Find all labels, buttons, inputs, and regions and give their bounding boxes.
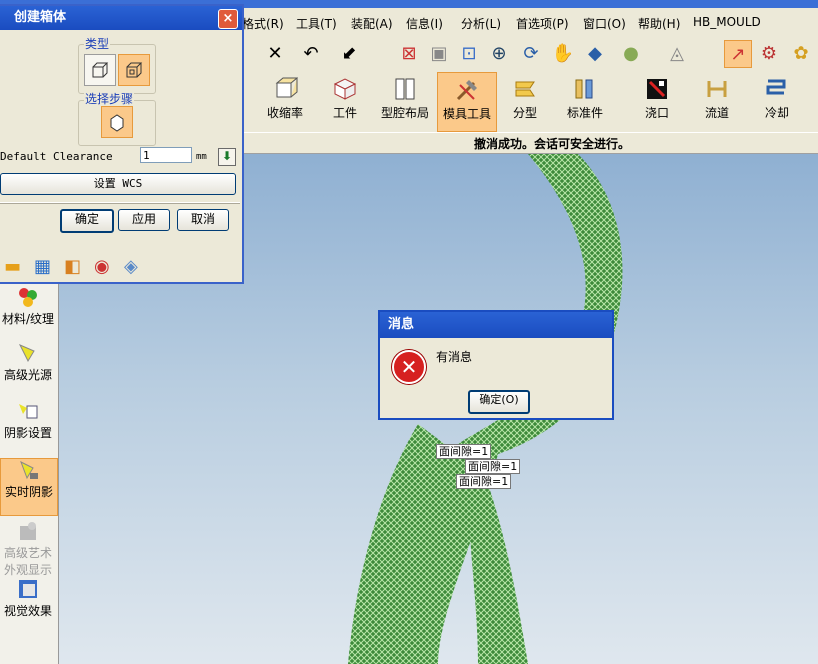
fit-icon[interactable]: ⊠ [396,40,422,66]
advanced-light-button[interactable]: 高级光源 [0,342,56,383]
menu-help[interactable]: 帮助(H) [638,15,680,32]
standard-parts-icon [572,76,598,102]
gap-annotation: 面间隙=1 [456,474,512,489]
zoom-icon[interactable]: ⊕ [486,40,512,66]
rotate-icon[interactable]: ⟳ [518,40,544,66]
cavity-layout-button[interactable]: 型腔布局 [376,72,434,130]
cooling-icon [764,76,790,102]
apply-button[interactable]: 应用 [118,209,170,231]
gate-button[interactable]: 浇口 [628,72,686,130]
status-bar: 撤消成功。会话可安全进行。 [240,132,818,154]
box-icon[interactable]: ◧ [64,256,81,277]
menu-analysis[interactable]: 分析(L) [461,15,501,32]
status-message: 撤消成功。会话可安全进行。 [474,137,631,151]
shadow-settings-icon [17,400,39,422]
gap-annotation: 面间隙=1 [436,444,492,459]
create-box-dialog: 创建箱体 × 类型 选择步骤 Default Clearance mm ⬇ 设置… [0,4,244,284]
cancel-button[interactable]: 取消 [177,209,229,231]
layer-icon[interactable]: ◬ [664,40,690,66]
set-wcs-button[interactable]: 设置 WCS [0,173,236,195]
delete-icon[interactable]: ✕ [262,40,288,66]
layers-icon[interactable]: ◈ [124,256,138,277]
art-appearance-icon [17,520,39,542]
message-text: 有消息 [436,350,473,364]
select-face-icon[interactable] [101,106,133,138]
realtime-shadow-button[interactable]: 实时阴影 [0,458,58,516]
shading-icon[interactable]: ● [618,40,644,66]
view-orient-icon[interactable]: ◆ [582,40,608,66]
material-texture-button[interactable]: 材料/纹理 [0,286,56,327]
zoom-window-icon[interactable]: ⊡ [456,40,482,66]
step-group-label: 选择步骤 [84,90,135,107]
type-group-label: 类型 [84,35,111,52]
standard-parts-button[interactable]: 标准件 [556,72,614,130]
visual-effects-button[interactable]: 视觉效果 [0,578,56,619]
parting-icon [512,76,538,102]
shadow-settings-button[interactable]: 阴影设置 [0,400,56,441]
mold-tools-icon [454,77,480,103]
runner-button[interactable]: 流道 [688,72,746,130]
network-icon[interactable]: ⚙ [756,40,782,66]
resource-panel: 材料/纹理 高级光源 阴影设置 实时阴影 高级艺术外观显示 视觉效果 [0,284,59,664]
menu-tools[interactable]: 工具(T) [296,15,337,32]
shrinkage-icon [272,76,299,102]
visual-effects-icon [17,578,39,600]
runner-icon [704,76,730,102]
light-icon [17,342,39,364]
workpiece-icon [332,76,358,102]
gate-icon [644,76,670,102]
ok-button[interactable]: 确定 [60,209,114,233]
tool-icon-row: ▬ ▦ ◧ ◉ ◈ [4,256,240,282]
cavity-layout-icon [392,76,418,102]
arrow-down-icon[interactable]: ⬇ [218,148,236,166]
workpiece-button[interactable]: 工件 [316,72,374,130]
blocks-icon[interactable]: ▦ [34,256,51,277]
gap-annotation: 面间隙=1 [465,459,521,474]
error-icon: ✕ [392,350,426,384]
parting-button[interactable]: 分型 [496,72,554,130]
pan-icon[interactable]: ✋ [550,40,576,66]
menu-info[interactable]: 信息(I) [406,15,443,32]
clearance-input[interactable] [140,147,192,163]
menu-format[interactable]: 格式(R) [242,15,284,32]
message-dialog: 消息 ✕ 有消息 确定(O) [378,310,614,420]
message-ok-button[interactable]: 确定(O) [468,390,530,414]
undo-icon[interactable]: ↶ [298,40,324,66]
material-icon [17,286,39,308]
clearance-label: Default Clearance [0,150,113,163]
select-icon[interactable]: ⬋ [336,40,362,66]
dialog-title-bar: 创建箱体 × [0,6,242,30]
snap-icon[interactable]: ↗ [724,40,752,68]
unit-label: mm [196,152,207,162]
menu-assembly[interactable]: 装配(A) [351,15,393,32]
palette-icon[interactable]: ✿ [788,40,814,66]
zoom-area-icon[interactable]: ▣ [426,40,452,66]
realtime-shadow-icon [18,459,40,481]
cooling-button[interactable]: 冷却 [748,72,806,130]
advanced-art-appearance-button[interactable]: 高级艺术外观显示 [0,520,56,578]
menu-hb-mould[interactable]: HB_MOULD [693,15,761,29]
menu-preferences[interactable]: 首选项(P) [516,15,569,32]
mold-tools-button[interactable]: 模具工具 [437,72,497,132]
folder-icon[interactable]: ▬ [4,256,21,277]
cavity-type-icon[interactable] [118,54,150,86]
close-icon[interactable]: × [218,9,238,29]
box-type-icon[interactable] [84,54,116,86]
message-title: 消息 [380,312,612,338]
menu-window[interactable]: 窗口(O) [583,15,626,32]
shrinkage-button[interactable]: 收缩率 [256,72,314,130]
parts-icon[interactable]: ◉ [94,256,110,277]
